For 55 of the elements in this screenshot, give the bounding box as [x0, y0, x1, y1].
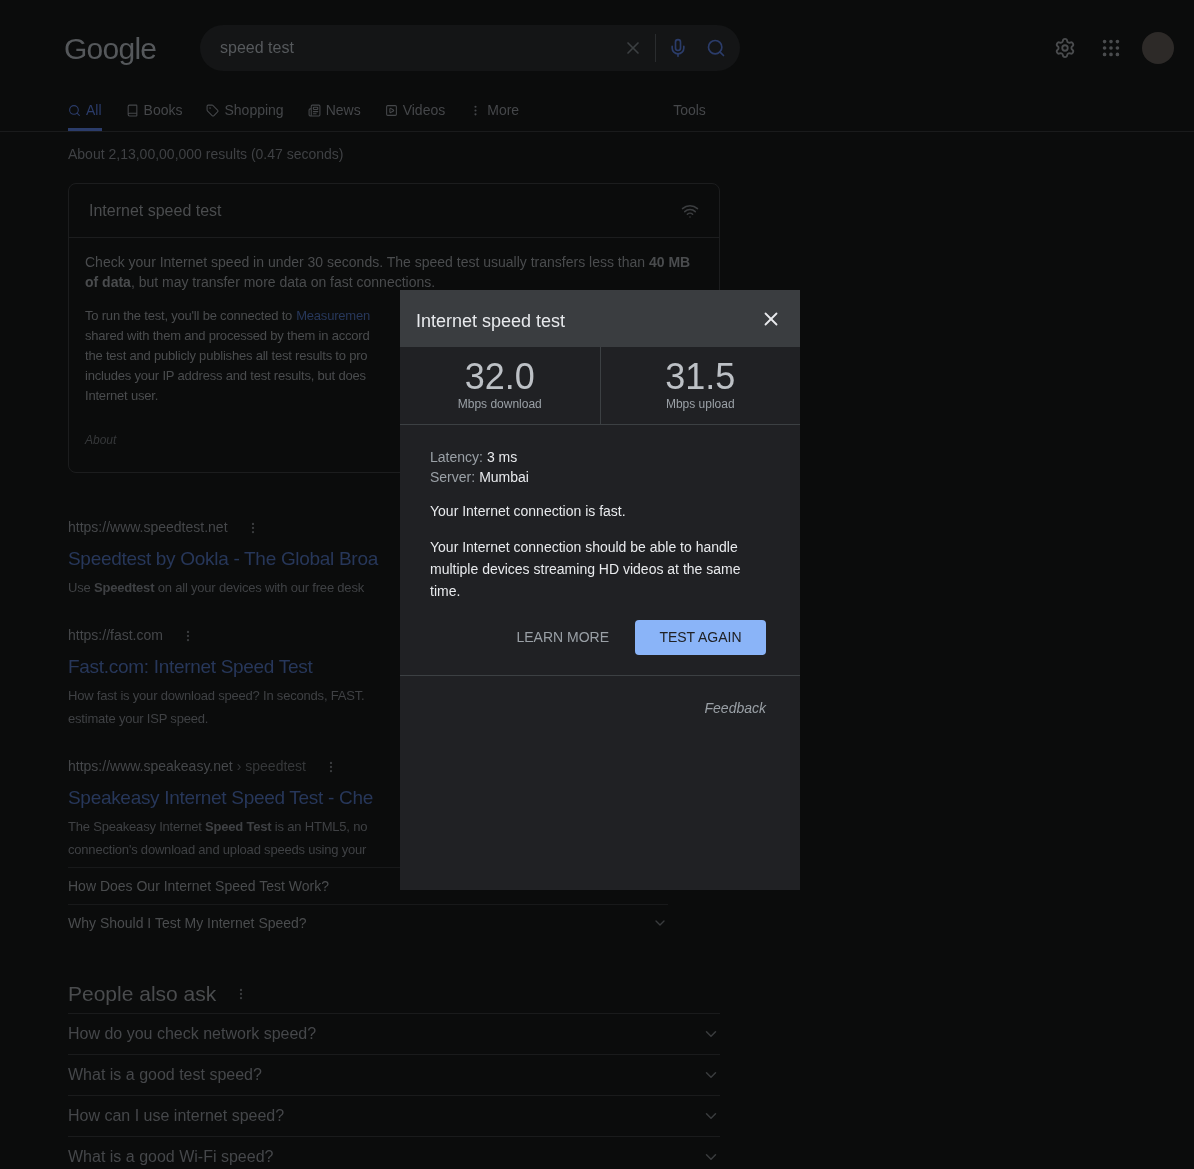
result-snippet: Use Speedtest on all your devices with our free desk — [68, 580, 364, 595]
microphone-icon[interactable] — [668, 38, 688, 58]
nav-tab[interactable]: More — [469, 95, 520, 131]
feedback-link[interactable]: Feedback — [704, 698, 766, 719]
apps-grid-icon[interactable] — [1100, 37, 1122, 59]
server-value: Mumbai — [479, 468, 529, 487]
question-row[interactable]: What is a good test speed? — [68, 1054, 720, 1095]
server-label: Server: — [430, 468, 476, 487]
question-row[interactable]: What is a good Wi-Fi speed? — [68, 1136, 720, 1169]
learn-more-button[interactable]: LEARN MORE — [514, 627, 611, 648]
tools-button[interactable]: Tools — [673, 95, 706, 131]
result-snippet: connection's download and upload speeds using your — [68, 842, 367, 857]
nav-tab[interactable]: News — [307, 95, 361, 131]
speed-value: 32.0 — [464, 359, 535, 395]
test-again-button[interactable]: TEST AGAIN — [635, 620, 766, 655]
search-field[interactable]: speed test — [200, 25, 740, 71]
result-url: https://www.speakeasy.net — [68, 757, 233, 776]
result-url: https://fast.com — [68, 626, 163, 645]
nav-tab[interactable]: Shopping — [206, 95, 284, 131]
nav-tab[interactable]: All — [68, 95, 102, 131]
book-icon — [125, 104, 139, 117]
speed-value: 31.5 — [665, 359, 736, 395]
measurement-link[interactable]: Measuremen — [296, 306, 371, 326]
result-url: https://www.speedtest.net — [68, 518, 228, 537]
card-paragraph-line: includes your IP address and test results, but does — [85, 367, 366, 385]
google-logo[interactable]: Google — [64, 25, 200, 71]
section-heading: People also ask — [68, 981, 217, 1008]
result-title[interactable]: Fast.com: Internet Speed Test — [68, 654, 313, 680]
description-text: Your Internet connection should be able to handle multiple devices streaming HD videos at the same time. — [430, 538, 742, 601]
tag-icon — [206, 104, 220, 117]
nav-tab[interactable]: Books — [125, 95, 183, 131]
result-stats: About 2,13,00,00,000 results (0.47 seconds) — [68, 145, 345, 164]
latency-value: 3 ms — [486, 448, 518, 467]
latency-label: Latency: — [430, 448, 483, 467]
speed-unit: Mbps upload — [665, 396, 735, 413]
video-icon — [384, 104, 398, 117]
search-icon[interactable] — [706, 38, 726, 58]
result-title[interactable]: Speedtest by Ookla - The Global Broa — [68, 546, 378, 572]
result-title[interactable]: Speakeasy Internet Speed Test - Che — [68, 785, 373, 811]
card-paragraph-line: To run the test, you'll be connected to — [85, 307, 293, 325]
card-paragraph-line: Internet user. — [85, 387, 159, 405]
status-text: Your Internet connection is fast. — [430, 502, 627, 521]
dialog-title: Internet speed test — [416, 310, 566, 333]
search-icon — [68, 104, 81, 117]
card-title: Internet speed test — [89, 200, 222, 221]
card-paragraph: Check your Internet speed in under 30 seconds. The speed test usually transfers less than 40 MB of data, but may transfer more data on fast connections. — [85, 253, 692, 292]
news-icon — [307, 104, 321, 117]
nav-tab[interactable]: Videos — [384, 95, 446, 131]
avatar[interactable] — [1142, 32, 1174, 64]
question-row[interactable]: How do you check network speed? — [68, 1013, 720, 1054]
result-snippet: estimate your ISP speed. — [68, 711, 209, 726]
card-paragraph-line: shared with them and processed by them in accord — [85, 327, 370, 345]
settings-icon[interactable] — [1054, 37, 1076, 59]
speed-unit: Mbps download — [457, 396, 542, 413]
card-paragraph-line: the test and publicly publishes all test results to pro — [85, 347, 368, 365]
